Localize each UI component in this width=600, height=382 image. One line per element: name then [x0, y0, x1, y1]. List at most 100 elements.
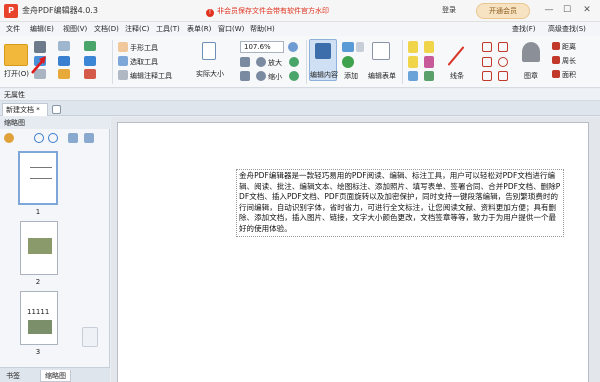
- minimize-button[interactable]: —: [542, 3, 556, 17]
- zoom-out-button[interactable]: 缩小: [268, 72, 282, 82]
- delete-page-icon[interactable]: [84, 133, 94, 143]
- page-text-block[interactable]: 金舟PDF编辑器是一款轻巧易用的PDF阅读、编辑、标注工具，用户可以轻松对PDF…: [236, 169, 564, 237]
- tab-new-document[interactable]: 新建文档 *: [2, 103, 48, 116]
- share-icon[interactable]: [84, 56, 96, 66]
- save-icon[interactable]: [34, 41, 46, 53]
- menu-edit[interactable]: 编辑(E): [30, 24, 54, 34]
- add-icon[interactable]: [342, 56, 354, 68]
- document-tabs: 新建文档 *: [0, 101, 600, 116]
- tab-label: 新建文档 *: [6, 106, 40, 114]
- zoom-out-thumb-icon[interactable]: [48, 133, 58, 143]
- panel-title: 缩略图: [0, 117, 110, 129]
- thumbnail-page-2[interactable]: [20, 221, 58, 275]
- arrow-shape-icon[interactable]: [482, 42, 492, 52]
- distance-button[interactable]: 距离: [562, 42, 576, 52]
- actual-size-icon[interactable]: [202, 42, 216, 60]
- new-tab-icon[interactable]: [52, 105, 61, 114]
- folder-icon[interactable]: [4, 44, 28, 66]
- rotate-ccw-icon[interactable]: [289, 71, 299, 81]
- menu-help[interactable]: 帮助(H): [250, 24, 275, 34]
- rectangle-icon[interactable]: [482, 57, 492, 67]
- close-button[interactable]: ✕: [580, 3, 594, 17]
- zoom-in-circle-icon[interactable]: [288, 42, 298, 52]
- properties-bar: 无属性: [0, 89, 600, 101]
- fit-page-icon[interactable]: [240, 71, 250, 81]
- login-link[interactable]: 登录: [442, 5, 456, 15]
- strikeout-icon[interactable]: [424, 71, 434, 81]
- menu-comment[interactable]: 注释(C): [125, 24, 149, 34]
- zoom-in-button[interactable]: 放大: [268, 58, 282, 68]
- annotation-edit-icon: [118, 70, 128, 80]
- thumbnail-page-3[interactable]: 11111: [20, 291, 58, 345]
- menu-form[interactable]: 表单(R): [187, 24, 211, 34]
- area-button[interactable]: 面积: [562, 70, 576, 80]
- polygon-icon[interactable]: [482, 71, 492, 81]
- undo-icon[interactable]: [58, 69, 70, 79]
- menu-view[interactable]: 视图(V): [63, 24, 87, 34]
- note-icon[interactable]: [408, 41, 418, 53]
- menu-tools[interactable]: 工具(T): [156, 24, 180, 34]
- edit-form-button[interactable]: 编辑表单: [368, 71, 396, 81]
- menu-file[interactable]: 文件: [6, 24, 20, 34]
- gear-icon[interactable]: [4, 133, 14, 143]
- fit-width-icon[interactable]: [240, 57, 250, 67]
- hand-tool-button[interactable]: 手形工具: [130, 43, 158, 53]
- copy-pages-icon[interactable]: [82, 327, 98, 347]
- text-icon[interactable]: [356, 42, 364, 52]
- mail-icon[interactable]: [58, 41, 70, 51]
- line-icon: [447, 46, 465, 66]
- separator: [306, 40, 307, 84]
- text-box-icon[interactable]: [424, 41, 434, 53]
- thumb-image: [28, 320, 52, 334]
- panel-toolbar: [0, 129, 110, 147]
- tab-bookmarks[interactable]: 书签: [2, 370, 24, 382]
- highlight-icon[interactable]: [424, 56, 434, 68]
- line-button[interactable]: 线条: [450, 71, 464, 81]
- actual-size-button[interactable]: 实际大小: [196, 69, 224, 79]
- add-image-icon[interactable]: [342, 42, 354, 52]
- tab-thumbnails[interactable]: 缩略图: [40, 370, 71, 382]
- perimeter-button[interactable]: 周长: [562, 56, 576, 66]
- ellipse-icon[interactable]: [498, 57, 508, 67]
- thumb-text: 11111: [27, 308, 50, 316]
- edit-annotation-button[interactable]: 编辑注释工具: [130, 71, 172, 81]
- thumbnail-panel: 缩略图 1 2 11111 3: [0, 117, 110, 382]
- warning-icon: !: [206, 9, 214, 17]
- page-number: 1: [35, 208, 41, 216]
- cloud-icon[interactable]: [498, 71, 508, 81]
- ribbon-toolbar: 打开(O) 手形工具 选取工具 编辑注释工具 实际大小 107.6% 放大 缩小…: [0, 36, 600, 88]
- add-button[interactable]: 添加: [344, 71, 358, 81]
- pdf-page: 金舟PDF编辑器是一款轻巧易用的PDF阅读、编辑、标注工具，用户可以轻松对PDF…: [117, 122, 589, 382]
- menu-window[interactable]: 窗口(W): [218, 24, 244, 34]
- edit-content-button[interactable]: 编辑内容: [310, 70, 338, 80]
- vip-button[interactable]: 开通会员: [476, 3, 530, 19]
- rotate-thumb-icon[interactable]: [68, 133, 78, 143]
- watermark-notice[interactable]: ! 非会员保存文件会带有软件官方水印: [206, 6, 329, 17]
- pointer-arrow-icon: [31, 56, 46, 74]
- menu-document[interactable]: 文档(D): [94, 24, 119, 34]
- edit-text-icon: [315, 43, 331, 59]
- export-icon[interactable]: [58, 56, 70, 66]
- rotate-icon[interactable]: [84, 41, 96, 51]
- zoom-in-icon: [256, 57, 266, 67]
- select-text-button[interactable]: 选取工具: [130, 57, 158, 67]
- find-button[interactable]: 查找(F): [512, 24, 536, 34]
- zoom-in-thumb-icon[interactable]: [34, 133, 44, 143]
- open-button[interactable]: 打开(O): [4, 69, 29, 79]
- stamp-button[interactable]: 图章: [524, 71, 538, 81]
- find-label: 查找(F): [512, 25, 536, 33]
- thumbnail-page-1[interactable]: [18, 151, 58, 205]
- thumb-text-lines: [30, 167, 52, 179]
- notice-text: 非会员保存文件会带有软件官方水印: [217, 7, 329, 15]
- separator: [112, 40, 113, 84]
- rotate-cw-icon[interactable]: [289, 57, 299, 67]
- maximize-button[interactable]: ☐: [560, 3, 574, 17]
- polyline-icon[interactable]: [498, 42, 508, 52]
- callout-icon[interactable]: [408, 56, 418, 68]
- form-icon: [372, 42, 390, 60]
- app-logo: P: [4, 4, 18, 18]
- advanced-find-button[interactable]: 高级查找(S): [548, 24, 586, 34]
- underline-icon[interactable]: [408, 71, 418, 81]
- redo-icon[interactable]: [84, 69, 96, 79]
- zoom-select[interactable]: 107.6%: [240, 41, 284, 53]
